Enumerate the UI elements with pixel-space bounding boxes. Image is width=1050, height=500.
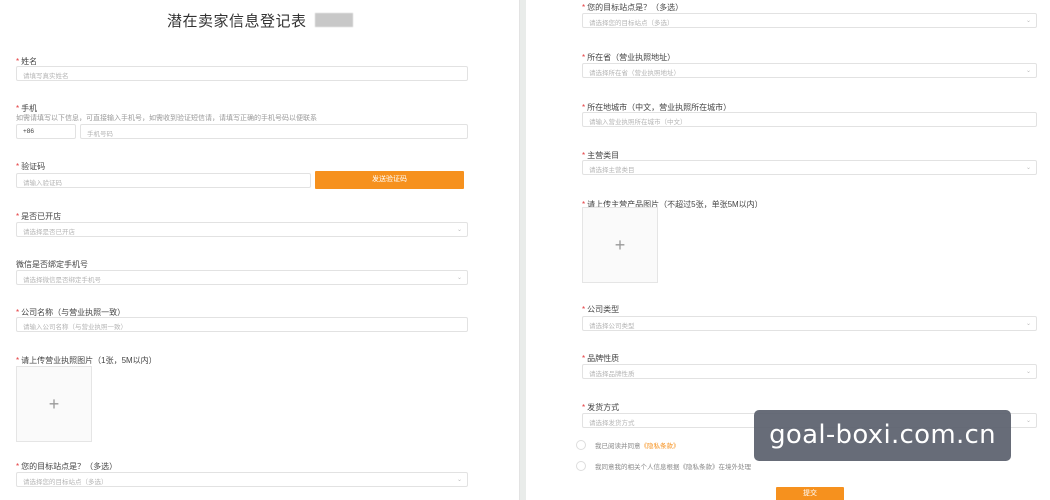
submit-button[interactable]: 提交 [776, 487, 844, 500]
chevron-down-icon: ⌄ [1025, 165, 1031, 171]
plus-icon: + [614, 235, 626, 255]
chevron-down-icon: ⌄ [1025, 321, 1031, 327]
title-row: 潜在卖家信息登记表 [0, 10, 519, 31]
watermark: goal-boxi.com.cn [754, 410, 1011, 461]
chevron-down-icon: ⌄ [1025, 18, 1031, 24]
radio-circle[interactable] [576, 440, 586, 450]
license-upload[interactable]: + [16, 366, 92, 442]
city-input[interactable]: 请输入营业执照所在城市（中文） [582, 112, 1037, 127]
page-title: 潜在卖家信息登记表 [167, 13, 307, 30]
plus-icon: + [48, 394, 60, 414]
product-upload[interactable]: + [582, 207, 658, 283]
phone-hint: 如需请填写以下信息，可直接输入手机号，如需收到验证短信请，请填写正确的手机号码以… [16, 115, 317, 122]
target-select-right[interactable]: 请选择您的目标站点（多选） ⌄ [582, 13, 1037, 28]
company-type-label: * 公司类型 [582, 305, 620, 314]
radio-circle[interactable] [576, 461, 586, 471]
privacy-agree-checkbox[interactable]: 我已阅读并同意 《隐私条款》 [576, 440, 680, 450]
opened-select[interactable]: 请选择是否已开店 ⌄ [16, 222, 468, 237]
country-code-select[interactable]: +86 [16, 124, 76, 139]
chevron-down-icon: ⌄ [1025, 418, 1031, 424]
send-code-button[interactable]: 发送验证码 [315, 171, 464, 189]
chevron-down-icon: ⌄ [456, 477, 462, 483]
province-select[interactable]: 请选择所在省（营业执照地址） ⌄ [582, 63, 1037, 78]
brand-select[interactable]: 请选择品牌性质 ⌄ [582, 364, 1037, 379]
name-input[interactable]: 请填写真实姓名 [16, 66, 468, 81]
target-select[interactable]: 请选择您的目标站点（多选） ⌄ [16, 472, 468, 487]
chevron-down-icon: ⌄ [1025, 68, 1031, 74]
chevron-down-icon: ⌄ [1025, 369, 1031, 375]
form-panel-left: 潜在卖家信息登记表 * 姓名 请填写真实姓名 * 手机 如需请填写以下信息，可直接输… [0, 0, 520, 500]
privacy-link[interactable]: 《隐私条款》 [641, 440, 680, 450]
wechat-select[interactable]: 请选择微信是否绑定手机号 ⌄ [16, 270, 468, 285]
code-input[interactable]: 请输入验证码 [16, 173, 311, 188]
company-type-select[interactable]: 请选择公司类型 ⌄ [582, 316, 1037, 331]
title-redaction [314, 13, 353, 27]
code-label: * 验证码 [16, 162, 46, 171]
company-input[interactable]: 请输入公司名称（与营业执照一致） [16, 317, 468, 332]
chevron-down-icon: ⌄ [456, 227, 462, 233]
chevron-down-icon: ⌄ [456, 275, 462, 281]
category-select[interactable]: 请选择主营类目 ⌄ [582, 160, 1037, 175]
overseas-agree-checkbox[interactable]: 我同意我的相关个人信息根据《隐私条款》在境外处理 [576, 461, 751, 471]
phone-input[interactable]: 手机号码 [80, 124, 468, 139]
